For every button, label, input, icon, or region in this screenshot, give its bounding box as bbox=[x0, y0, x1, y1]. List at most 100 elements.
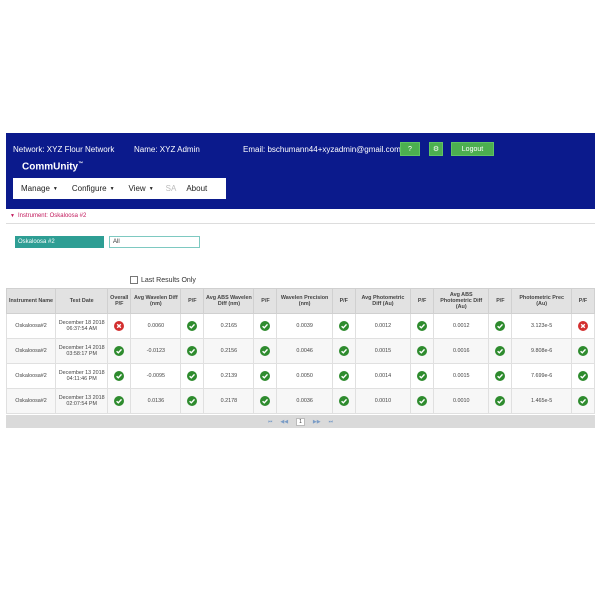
pass-check-icon bbox=[338, 396, 349, 406]
table-cell: 0.2178 bbox=[203, 388, 255, 414]
pass-check-icon bbox=[338, 346, 349, 356]
next-page-button[interactable]: ▶▶ bbox=[313, 419, 321, 425]
pf-cell bbox=[410, 363, 435, 389]
table-cell: -0.0095 bbox=[130, 363, 182, 389]
table-cell: Oskaloosa#2 bbox=[5, 313, 57, 339]
column-header[interactable]: Overall P/F bbox=[107, 288, 132, 314]
chevron-down-icon: ▼ bbox=[52, 185, 58, 192]
menu-manage[interactable]: Manage ▼ bbox=[21, 184, 58, 193]
pf-cell bbox=[410, 388, 435, 414]
table-cell: 0.0015 bbox=[433, 363, 490, 389]
column-header[interactable]: P/F bbox=[410, 288, 435, 314]
column-header[interactable]: Test Date bbox=[55, 288, 109, 314]
last-page-button[interactable]: ⏭ bbox=[329, 419, 334, 425]
pass-check-icon bbox=[187, 371, 198, 381]
pass-check-icon bbox=[187, 396, 198, 406]
column-header[interactable]: Avg Photometric Diff (Au) bbox=[354, 288, 412, 314]
menu-sa[interactable]: SA bbox=[166, 184, 177, 193]
last-results-only-toggle[interactable]: Last Results Only bbox=[130, 276, 196, 284]
table-row[interactable]: Oskaloosa#2 December 18 2018 06:37:54 AM 0… bbox=[5, 313, 596, 339]
pass-check-icon bbox=[577, 346, 588, 356]
filter-area: Oskaloosa #2 All bbox=[6, 224, 595, 280]
first-page-button[interactable]: ⏮ bbox=[268, 419, 273, 425]
top-header-bar: Network: XYZ Flour Network Name: XYZ Adm… bbox=[6, 133, 595, 209]
pass-check-icon bbox=[187, 321, 198, 331]
pf-cell bbox=[180, 313, 205, 339]
pass-check-icon bbox=[260, 346, 271, 356]
pf-cell bbox=[253, 313, 278, 339]
pf-cell bbox=[180, 338, 205, 364]
menu-about[interactable]: About bbox=[186, 184, 207, 193]
column-header[interactable]: P/F bbox=[570, 288, 596, 314]
pf-cell bbox=[410, 338, 435, 364]
table-cell: 0.0016 bbox=[433, 338, 490, 364]
menu-view[interactable]: View ▼ bbox=[129, 184, 154, 193]
table-cell: 0.0060 bbox=[130, 313, 182, 339]
column-header[interactable]: Photometric Prec (Au) bbox=[511, 288, 572, 314]
pf-cell bbox=[107, 363, 132, 389]
column-header[interactable]: P/F bbox=[180, 288, 205, 314]
breadcrumb-label: Instrument: Oskaloosa #2 bbox=[17, 213, 87, 219]
pass-check-icon bbox=[577, 371, 588, 381]
column-header[interactable]: Instrument Name bbox=[5, 288, 57, 314]
pf-cell bbox=[570, 313, 596, 339]
table-cell: 0.0039 bbox=[276, 313, 333, 339]
email-label: Email: bschumann44+xyzadmin@gmail.com bbox=[243, 145, 401, 154]
table-cell: 0.2156 bbox=[203, 338, 255, 364]
logout-button[interactable]: Logout bbox=[451, 142, 494, 156]
pass-check-icon bbox=[338, 321, 349, 331]
filter-input[interactable]: All bbox=[109, 236, 200, 248]
pf-cell bbox=[107, 313, 132, 339]
help-button[interactable]: ? bbox=[400, 142, 420, 156]
column-header[interactable]: P/F bbox=[331, 288, 356, 314]
pass-check-icon bbox=[495, 396, 506, 406]
table-row[interactable]: Oskaloosa#2 December 13 2018 02:07:54 PM 0… bbox=[5, 388, 596, 414]
settings-gear-icon[interactable]: ⚙ bbox=[429, 142, 443, 156]
pagination: ⏮ ◀◀ 1 ▶▶ ⏭ bbox=[6, 415, 595, 428]
current-page[interactable]: 1 bbox=[296, 417, 305, 426]
fail-x-icon bbox=[114, 321, 125, 331]
column-header[interactable]: P/F bbox=[253, 288, 278, 314]
table-cell: 0.0015 bbox=[354, 338, 412, 364]
prev-page-button[interactable]: ◀◀ bbox=[280, 419, 288, 425]
table-cell: 0.0014 bbox=[354, 363, 412, 389]
pf-cell bbox=[488, 363, 513, 389]
instrument-select[interactable]: Oskaloosa #2 bbox=[15, 236, 104, 248]
table-cell: December 13 2018 04:11:46 PM bbox=[55, 363, 109, 389]
table-cell: 0.2165 bbox=[203, 313, 255, 339]
last-results-checkbox[interactable] bbox=[130, 276, 138, 284]
collapse-triangle-icon: ▼ bbox=[10, 213, 15, 219]
table-cell: 0.0036 bbox=[276, 388, 333, 414]
table-cell: 0.0012 bbox=[354, 313, 412, 339]
pass-check-icon bbox=[417, 396, 428, 406]
table-cell: 0.0050 bbox=[276, 363, 333, 389]
table-cell: 9.808e-6 bbox=[511, 338, 572, 364]
table-cell: 0.0136 bbox=[130, 388, 182, 414]
instrument-breadcrumb[interactable]: ▼ Instrument: Oskaloosa #2 bbox=[6, 209, 595, 224]
pf-cell bbox=[180, 363, 205, 389]
table-row[interactable]: Oskaloosa#2 December 14 2018 03:58:17 PM -… bbox=[5, 338, 596, 364]
column-header[interactable]: Avg ABS Wavelen Diff (nm) bbox=[203, 288, 255, 314]
column-header[interactable]: P/F bbox=[488, 288, 513, 314]
main-menu: Manage ▼ Configure ▼ View ▼ SA About bbox=[13, 178, 226, 199]
pf-cell bbox=[570, 338, 596, 364]
pf-cell bbox=[180, 388, 205, 414]
column-header[interactable]: Avg Wavelen Diff (nm) bbox=[130, 288, 182, 314]
pass-check-icon bbox=[114, 396, 125, 406]
menu-configure[interactable]: Configure ▼ bbox=[72, 184, 115, 193]
table-cell: 3.123e-5 bbox=[511, 313, 572, 339]
pass-check-icon bbox=[495, 346, 506, 356]
table-cell: December 14 2018 03:58:17 PM bbox=[55, 338, 109, 364]
table-cell: 0.0012 bbox=[433, 313, 490, 339]
column-header[interactable]: Avg ABS Photometric Diff (Au) bbox=[433, 288, 490, 314]
pf-cell bbox=[107, 338, 132, 364]
table-cell: December 13 2018 02:07:54 PM bbox=[55, 388, 109, 414]
network-label: Network: XYZ Flour Network bbox=[13, 145, 115, 154]
table-cell: December 18 2018 06:37:54 AM bbox=[55, 313, 109, 339]
table-cell: 0.0010 bbox=[354, 388, 412, 414]
table-cell: 0.0046 bbox=[276, 338, 333, 364]
table-row[interactable]: Oskaloosa#2 December 13 2018 04:11:46 PM -… bbox=[5, 363, 596, 389]
column-header[interactable]: Wavelen Precision (nm) bbox=[276, 288, 333, 314]
chevron-down-icon: ▼ bbox=[148, 185, 154, 192]
table-cell: 7.699e-6 bbox=[511, 363, 572, 389]
